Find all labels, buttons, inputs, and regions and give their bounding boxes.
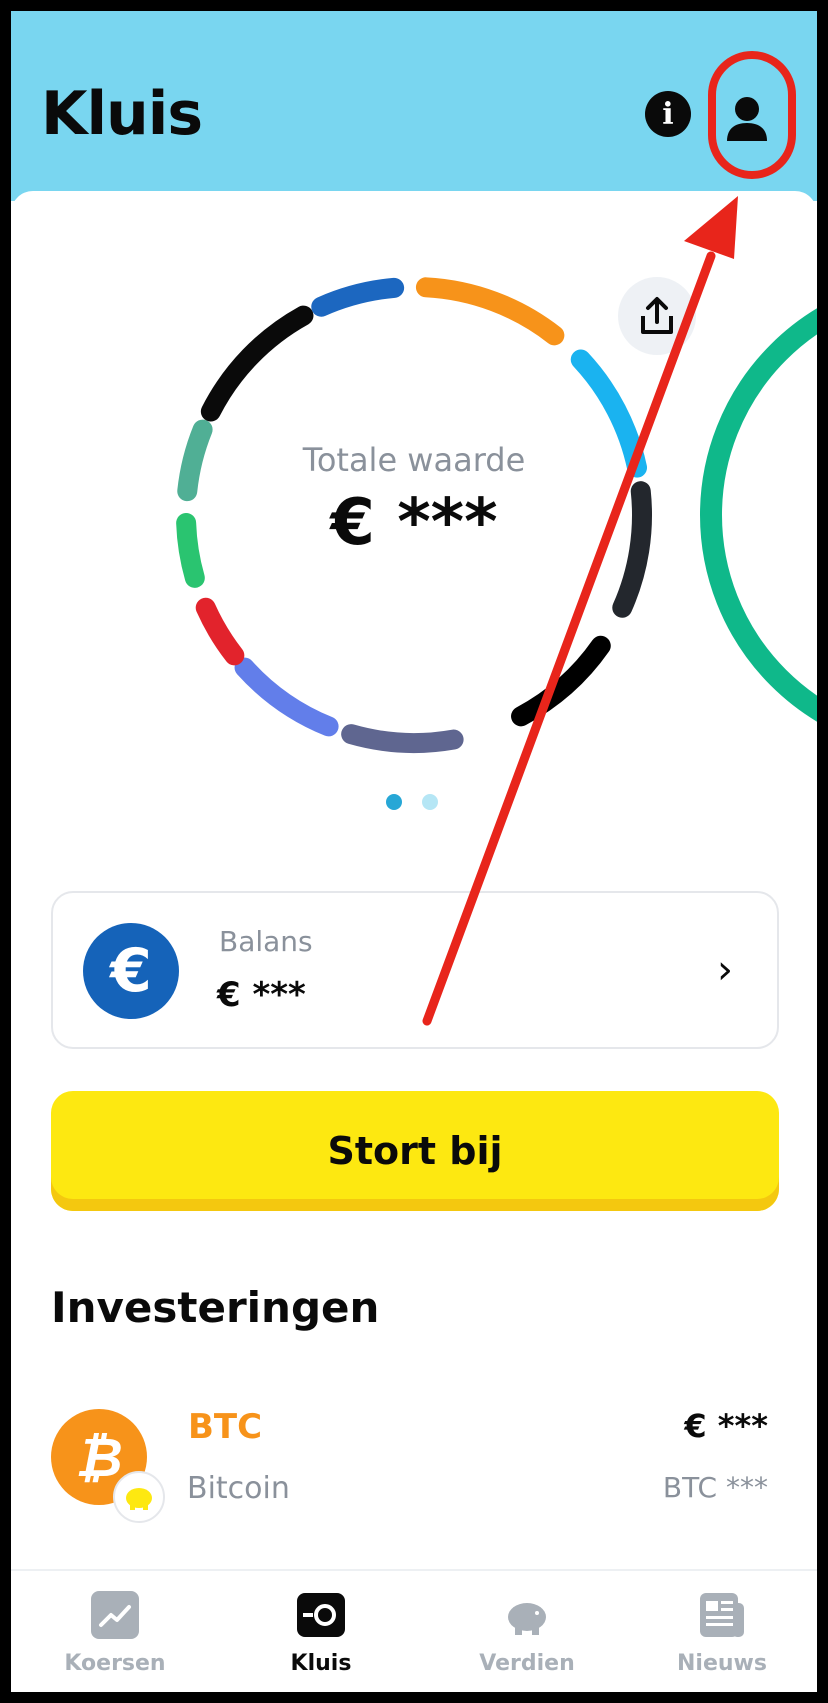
chart-trend-icon <box>91 1591 139 1639</box>
nav-item-nieuws[interactable]: Nieuws <box>642 1571 802 1692</box>
wallet-icon <box>297 1593 345 1637</box>
bottom-nav: Koersen Kluis Verdien Nieuws <box>11 1569 817 1692</box>
nav-label: Koersen <box>64 1651 166 1676</box>
piggy-bank-icon <box>508 1603 546 1635</box>
newspaper-icon <box>700 1593 744 1637</box>
nav-label: Nieuws <box>677 1651 767 1676</box>
nav-label: Verdien <box>479 1651 575 1676</box>
nav-item-kluis[interactable]: Kluis <box>241 1571 401 1692</box>
nav-item-koersen[interactable]: Koersen <box>35 1571 195 1692</box>
annotation-arrow <box>422 196 738 1026</box>
phone-screen: Kluis i Totale waarde € *** € Balans € *… <box>11 11 817 1692</box>
nav-item-verdien[interactable]: Verdien <box>447 1571 607 1692</box>
nav-label: Kluis <box>290 1651 352 1676</box>
